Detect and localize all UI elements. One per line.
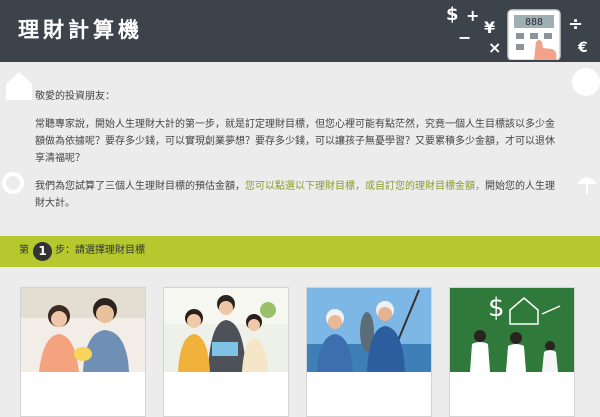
intro-paragraph-2: 我們為您試算了三個人生理財目標的預估金額，您可以點選以下理財目標，或自訂您的理財… bbox=[35, 178, 560, 212]
svg-text:$: $ bbox=[488, 293, 505, 323]
goal-cards: $ bbox=[0, 267, 600, 417]
step-number-badge: 1 bbox=[33, 242, 52, 261]
step-bar: 第 1 步：請選擇理財目標 bbox=[0, 236, 600, 267]
retirement-fishing-photo bbox=[307, 288, 431, 372]
gear-icon bbox=[2, 172, 24, 194]
greeting-text: 敬愛的投資朋友： bbox=[35, 91, 115, 102]
app-title: 理財計算機 bbox=[18, 18, 143, 42]
minus-icon: − bbox=[458, 28, 472, 47]
goal-card-3[interactable] bbox=[306, 287, 432, 417]
dollar-icon: $ bbox=[446, 4, 459, 25]
couple-savings-photo bbox=[21, 288, 145, 372]
step-label: 步：請選擇理財目標 bbox=[55, 245, 145, 256]
chalkboard-custom-goal-photo: $ bbox=[450, 288, 574, 372]
divide-icon: ÷ bbox=[568, 14, 584, 35]
app-header: 理財計算機 $ + ÷ × − ¥ € 888 bbox=[0, 0, 600, 62]
plus-icon: + bbox=[466, 6, 480, 25]
step-prefix: 第 bbox=[19, 245, 29, 256]
intro-paragraph-2-highlight: 您可以點選以下理財目標，或自訂您的理財目標金額， bbox=[245, 181, 485, 192]
clock-icon bbox=[572, 68, 600, 96]
calculator-display: 888 bbox=[525, 17, 543, 28]
intro-paragraph-1: 常聽專家說，開始人生理財大計的第一步，就是訂定理財目標，但您心裡可能有點茫然，究… bbox=[35, 119, 555, 164]
intro-paragraph-2-start: 我們為您試算了三個人生理財目標的預估金額， bbox=[35, 181, 245, 192]
house-icon bbox=[6, 72, 32, 100]
goal-card-1[interactable] bbox=[20, 287, 146, 417]
calculator-icon: 888 bbox=[506, 8, 568, 62]
goal-card-2[interactable] bbox=[163, 287, 289, 417]
goal-card-4[interactable]: $ bbox=[449, 287, 575, 417]
multiply-icon: × bbox=[488, 38, 502, 57]
yen-icon: ¥ bbox=[484, 18, 496, 37]
intro-section: 敬愛的投資朋友： 常聽專家說，開始人生理財大計的第一步，就是訂定理財目標，但您心… bbox=[0, 62, 600, 236]
euro-icon: € bbox=[578, 40, 588, 56]
family-reading-photo bbox=[164, 288, 288, 372]
umbrella-icon bbox=[577, 177, 597, 194]
